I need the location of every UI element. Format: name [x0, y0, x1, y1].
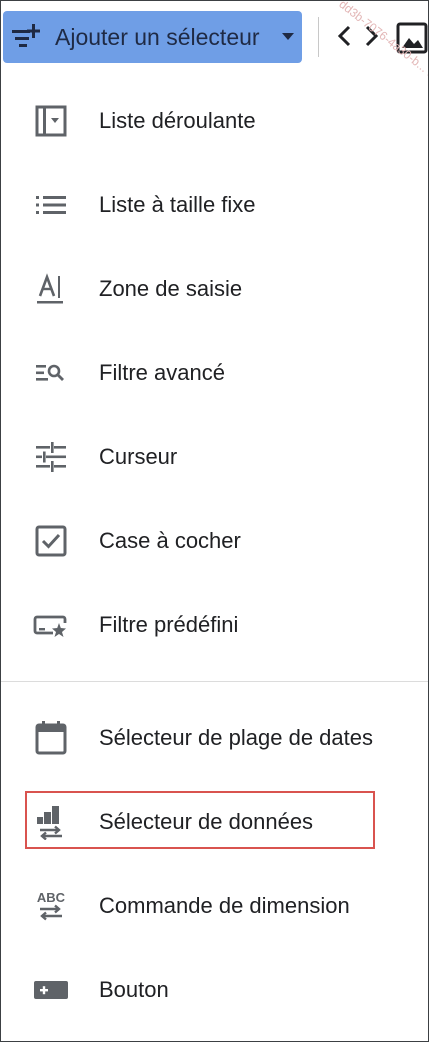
- menu-item-label: Filtre prédéfini: [99, 612, 239, 637]
- menu-item-label: Commande de dimension: [99, 893, 350, 918]
- menu-item-label: Zone de saisie: [99, 276, 243, 301]
- menu-item-label: Filtre avancé: [99, 360, 225, 385]
- toolbar-divider: [318, 17, 319, 57]
- menu-item-label: Curseur: [99, 444, 178, 469]
- menu-item-preset-filter[interactable]: Filtre prédéfini: [1, 583, 428, 667]
- menu-item-label: Sélecteur de plage de dates: [99, 725, 373, 750]
- button-icon: [31, 970, 71, 1010]
- menu-divider: [1, 681, 428, 682]
- add-control-button[interactable]: Ajouter un sélecteur: [3, 11, 302, 63]
- menu-item-dimension-control[interactable]: ABC Commande de dimension: [1, 864, 428, 948]
- add-filter-icon: [12, 24, 40, 47]
- menu-item-label: Liste à taille fixe: [99, 192, 256, 217]
- image-icon[interactable]: [395, 21, 429, 55]
- fixed-size-list-icon: [31, 185, 71, 225]
- calendar-icon: [31, 718, 71, 758]
- toolbar: Ajouter un sélecteur dd3b-7076-4a30-b...…: [1, 1, 429, 87]
- add-control-label: Ajouter un sélecteur: [55, 24, 260, 50]
- menu-item-fixed-size-list[interactable]: Liste à taille fixe: [1, 163, 428, 247]
- preset-filter-icon: [31, 605, 71, 645]
- input-box-icon: [31, 269, 71, 309]
- dimension-control-icon: ABC: [31, 886, 71, 926]
- menu-item-dropdown-list[interactable]: Liste déroulante: [1, 79, 428, 163]
- caret-down-icon: [282, 33, 294, 40]
- checkbox-icon: [31, 521, 71, 561]
- code-icon[interactable]: [335, 21, 381, 51]
- dropdown-list-icon: [31, 101, 71, 141]
- menu-item-advanced-filter[interactable]: Filtre avancé: [1, 331, 428, 415]
- menu-item-button[interactable]: Bouton: [1, 948, 428, 1032]
- slider-icon: [31, 437, 71, 477]
- menu-item-slider[interactable]: Curseur: [1, 415, 428, 499]
- menu-item-data-control[interactable]: Sélecteur de données: [1, 780, 428, 864]
- svg-text:ABC: ABC: [37, 890, 66, 905]
- data-source-icon: [31, 802, 71, 842]
- menu-item-label: Bouton: [99, 977, 169, 1002]
- menu-item-date-range[interactable]: Sélecteur de plage de dates: [1, 696, 428, 780]
- menu-item-label: Case à cocher: [99, 528, 241, 553]
- menu-item-label: Liste déroulante: [99, 108, 256, 133]
- menu-item-label: Sélecteur de données: [99, 809, 314, 834]
- control-menu-panel: Ajouter un sélecteur dd3b-7076-4a30-b...…: [0, 0, 429, 1042]
- menu-item-checkbox[interactable]: Case à cocher: [1, 499, 428, 583]
- advanced-filter-icon: [31, 353, 71, 393]
- menu-item-input-box[interactable]: Zone de saisie: [1, 247, 428, 331]
